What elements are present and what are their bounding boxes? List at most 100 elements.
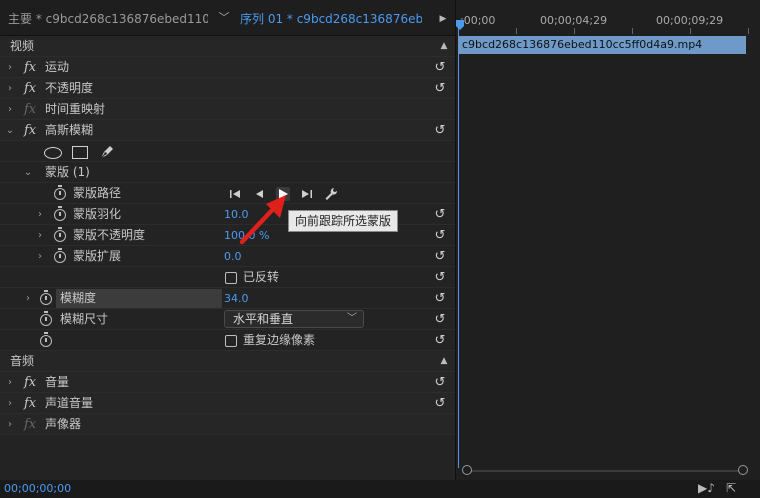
playhead-line[interactable] (458, 28, 459, 468)
status-bar: 00;00;00;00 ▶♪ ⇱ (0, 480, 760, 498)
pen-mask-icon[interactable] (98, 143, 116, 161)
scrollbar-handle-right[interactable] (738, 465, 748, 475)
ellipse-mask-icon[interactable] (44, 147, 62, 159)
blurriness-value[interactable]: 34.0 (224, 288, 249, 309)
effect-label: 运动 (45, 60, 70, 74)
blur-dimensions-dropdown[interactable]: 水平和垂直 ﹀ (224, 310, 364, 328)
track-forward-one-icon[interactable] (300, 187, 314, 201)
ruler-tick (516, 28, 517, 34)
effect-label: 时间重映射 (45, 102, 106, 116)
blur-dimensions-row: 模糊尺寸 水平和垂直 ﹀ ↺ (0, 309, 455, 330)
reset-icon[interactable]: ↺ (432, 204, 448, 225)
chevron-down-icon[interactable]: ⌄ (22, 162, 34, 183)
fx-icon[interactable]: fx (24, 393, 36, 414)
chevron-right-icon[interactable]: › (4, 372, 16, 393)
red-arrow-annotation (239, 195, 286, 245)
fx-icon: fx (24, 417, 37, 432)
mask-path-label: 蒙版路径 (73, 186, 122, 200)
reset-icon[interactable]: ↺ (432, 372, 448, 393)
repeat-edge-checkbox[interactable] (225, 335, 237, 347)
mask-inverted-row: 已反转 ↺ (0, 267, 455, 288)
effect-row-time-remap[interactable]: › fx 时间重映射 (0, 99, 455, 120)
chevron-right-icon[interactable]: › (4, 414, 16, 435)
effect-label: 音量 (45, 375, 70, 389)
reset-icon[interactable]: ↺ (432, 246, 448, 267)
inverted-label: 已反转 (243, 270, 280, 284)
play-triangle-icon[interactable]: ▶ (437, 12, 449, 26)
mask-expansion-row: › 蒙版扩展 0.0 ↺ (0, 246, 455, 267)
reset-icon[interactable]: ↺ (432, 120, 448, 141)
reset-icon[interactable]: ↺ (432, 393, 448, 414)
timeline-clip[interactable]: c9bcd268c136876ebed110cc5ff0d4a9.mp4 (458, 36, 746, 54)
sequence-tab[interactable]: 序列 01 * c9bcd268c136876ebed1... (240, 10, 422, 28)
stopwatch-icon[interactable] (54, 206, 66, 221)
effect-row-volume[interactable]: › fx 音量 ↺ (0, 372, 455, 393)
ruler-tick (690, 28, 691, 34)
chevron-down-icon[interactable]: ﹀ (216, 9, 232, 27)
collapse-up-icon[interactable]: ▲ (438, 36, 450, 57)
effect-row-channel-volume[interactable]: › fx 声道音量 ↺ (0, 393, 455, 414)
mask-feather-label: 蒙版羽化 (73, 207, 122, 221)
stopwatch-icon[interactable] (40, 290, 52, 305)
mask-row[interactable]: ⌄ 蒙版 (1) (0, 162, 455, 183)
scrollbar-handle-left[interactable] (462, 465, 472, 475)
ruler-tick (574, 28, 575, 34)
blurriness-label: 模糊度 (60, 291, 97, 305)
chevron-right-icon[interactable]: › (4, 99, 16, 120)
fx-icon[interactable]: fx (24, 372, 36, 393)
inverted-checkbox[interactable] (225, 272, 237, 284)
rectangle-mask-icon[interactable] (72, 146, 88, 159)
blur-dimensions-label: 模糊尺寸 (60, 312, 109, 326)
fx-icon[interactable]: fx (24, 78, 36, 99)
export-icon[interactable]: ⇱ (726, 481, 736, 495)
reset-icon[interactable]: ↺ (432, 225, 448, 246)
reset-icon[interactable]: ↺ (432, 57, 448, 78)
ruler-timecode-end: 00;00;09;29 (656, 14, 724, 27)
effect-row-gaussian-blur[interactable]: ⌄ fx 高斯模糊 ↺ (0, 120, 455, 141)
stopwatch-icon[interactable] (40, 311, 52, 326)
audio-section-label: 音频 (10, 354, 35, 368)
tooltip: 向前跟踪所选蒙版 (288, 210, 399, 232)
current-timecode[interactable]: 00;00;00;00 (4, 482, 71, 495)
effect-row-panner[interactable]: › fx 声像器 (0, 414, 455, 435)
reset-icon[interactable]: ↺ (432, 288, 448, 309)
timeline-zoom-scrollbar[interactable] (462, 465, 752, 477)
reset-icon[interactable]: ↺ (432, 267, 448, 288)
fx-icon[interactable]: fx (24, 120, 36, 141)
chevron-down-icon: ﹀ (347, 313, 357, 324)
stopwatch-icon[interactable] (54, 248, 66, 263)
chevron-right-icon[interactable]: › (34, 225, 46, 246)
mask-expansion-label: 蒙版扩展 (73, 249, 122, 263)
chevron-right-icon[interactable]: › (34, 246, 46, 267)
collapse-up-icon[interactable]: ▲ (438, 351, 450, 372)
play-audio-icon[interactable]: ▶♪ (698, 481, 715, 495)
source-clip-tab[interactable]: 主要 * c9bcd268c136876ebed110cc5ff... (8, 10, 208, 28)
effect-label: 声像器 (45, 417, 82, 431)
video-section-label: 视频 (10, 39, 35, 53)
video-section-header[interactable]: 视频 ▲ (0, 36, 455, 57)
scrollbar-track[interactable] (468, 470, 746, 472)
chevron-down-icon[interactable]: ⌄ (4, 120, 16, 141)
effect-label: 高斯模糊 (45, 123, 94, 137)
ruler-timecode-mid: 00;00;04;29 (540, 14, 608, 27)
effect-row-motion[interactable]: › fx 运动 ↺ (0, 57, 455, 78)
chevron-right-icon[interactable]: › (4, 57, 16, 78)
chevron-right-icon[interactable]: › (4, 393, 16, 414)
effect-row-opacity[interactable]: › fx 不透明度 ↺ (0, 78, 455, 99)
reset-icon[interactable]: ↺ (432, 78, 448, 99)
audio-section-header[interactable]: 音频 ▲ (0, 351, 455, 372)
mask-title: 蒙版 (1) (45, 165, 90, 179)
time-ruler[interactable]: ;00;00 00;00;04;29 00;00;09;29 (456, 0, 760, 36)
fx-icon[interactable]: fx (24, 57, 36, 78)
mask-path-row: 蒙版路径 (0, 183, 455, 204)
stopwatch-icon[interactable] (54, 227, 66, 242)
chevron-right-icon[interactable]: › (34, 204, 46, 225)
stopwatch-icon[interactable] (40, 332, 52, 347)
reset-icon[interactable]: ↺ (432, 309, 448, 330)
chevron-right-icon[interactable]: › (4, 78, 16, 99)
ruler-tick (632, 28, 633, 34)
wrench-icon[interactable] (324, 187, 338, 201)
reset-icon[interactable]: ↺ (432, 330, 448, 351)
chevron-right-icon[interactable]: › (22, 288, 34, 309)
stopwatch-icon[interactable] (54, 185, 66, 200)
